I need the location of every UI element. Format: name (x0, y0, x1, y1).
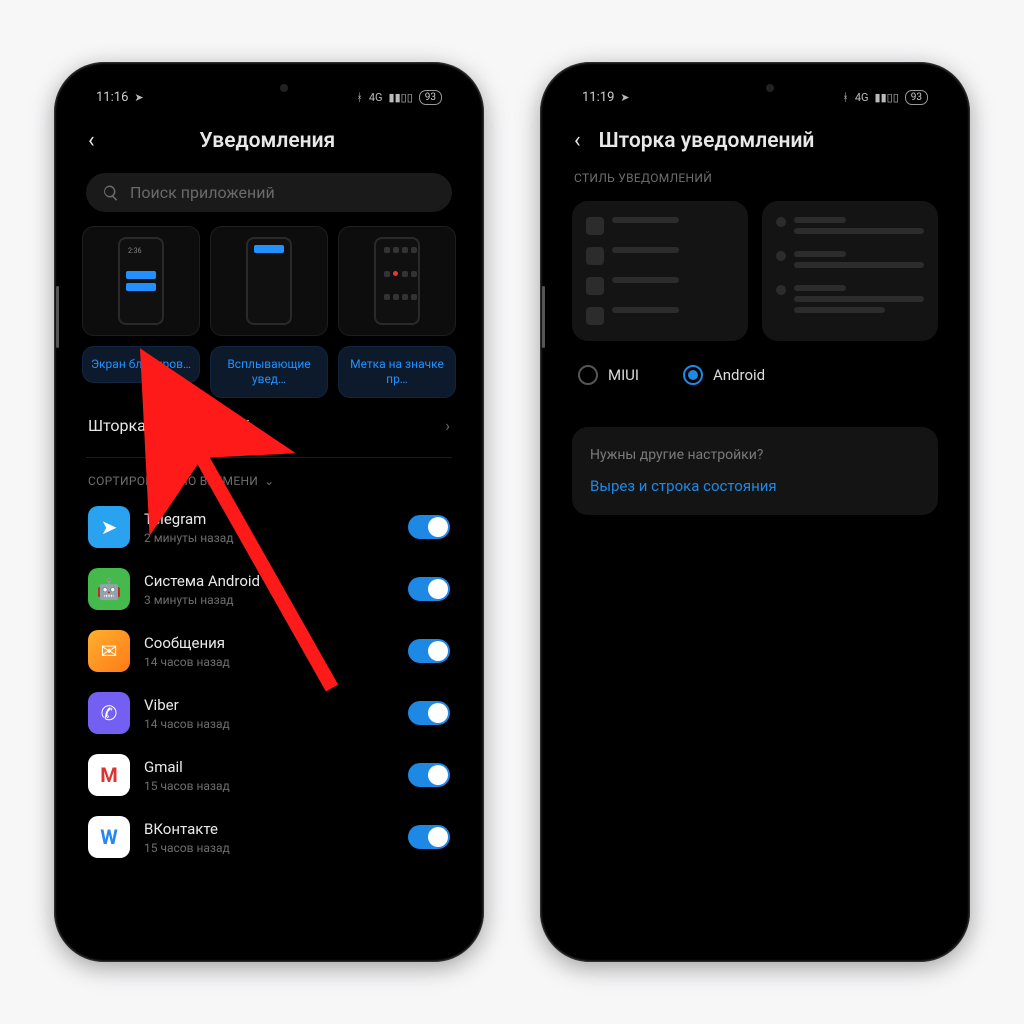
toggle-viber[interactable] (408, 701, 450, 725)
battery-indicator: 93 (905, 90, 928, 105)
app-icon-vk: W (88, 816, 130, 858)
telegram-status-icon: ➤ (620, 91, 629, 104)
app-icon-messages: ✉ (88, 630, 130, 672)
radio-android[interactable]: Android (683, 365, 765, 385)
style-option-android[interactable] (762, 201, 938, 341)
card-lockscreen-label: Экран блокиров… (82, 346, 200, 383)
app-icon-telegram: ➤ (88, 506, 130, 548)
network-4g-icon: 4G (369, 91, 383, 104)
screen-left: 11:16 ➤ ᚼ 4G ▮▮▯▯ 93 ‹ Уведомления Поиск… (68, 76, 470, 948)
app-icon-android: 🤖 (88, 568, 130, 610)
app-row-telegram[interactable]: ➤ Telegram2 минуты назад (84, 496, 454, 558)
more-settings-card: Нужны другие настройки? Вырез и строка с… (572, 427, 938, 515)
toggle-vk[interactable] (408, 825, 450, 849)
radio-dot-on (683, 365, 703, 385)
style-option-miui[interactable] (572, 201, 748, 341)
card-floating-label: Всплывающие увед… (210, 346, 328, 398)
bluetooth-icon: ᚼ (356, 91, 363, 104)
app-row-gmail[interactable]: M Gmail15 часов назад (84, 744, 454, 806)
style-options (554, 193, 956, 355)
back-button[interactable]: ‹ (570, 124, 585, 157)
radio-dot (578, 365, 598, 385)
style-radios: MIUI Android (554, 355, 956, 403)
status-time: 11:19 (582, 90, 614, 105)
battery-indicator: 93 (419, 90, 442, 105)
notch (194, 76, 344, 100)
app-row-vk[interactable]: W ВКонтакте15 часов назад (84, 806, 454, 868)
telegram-status-icon: ➤ (134, 91, 143, 104)
title-bar: ‹ Уведомления (68, 110, 470, 167)
side-edge (56, 286, 59, 348)
toggle-telegram[interactable] (408, 515, 450, 539)
title-bar: ‹ Шторка уведомлений (554, 110, 956, 167)
sort-label[interactable]: СОРТИРОВАТЬ ПО ВРЕМЕНИ ⌄ (68, 466, 470, 496)
search-input[interactable]: Поиск приложений (86, 173, 452, 212)
bluetooth-icon: ᚼ (842, 91, 849, 104)
side-edge (542, 286, 545, 348)
cutout-status-link[interactable]: Вырез и строка состояния (590, 477, 920, 495)
toggle-gmail[interactable] (408, 763, 450, 787)
row-notification-shade[interactable]: Шторка уведомлений › (68, 398, 470, 453)
style-section-label: СТИЛЬ УВЕДОМЛЕНИЙ (554, 167, 956, 193)
phone-left: 11:16 ➤ ᚼ 4G ▮▮▯▯ 93 ‹ Уведомления Поиск… (54, 62, 484, 962)
signal-icon: ▮▮▯▯ (389, 91, 413, 104)
toggle-android-system[interactable] (408, 577, 450, 601)
app-row-messages[interactable]: ✉ Сообщения14 часов назад (84, 620, 454, 682)
card-lockscreen[interactable]: 2:36 Экран блокиров… (82, 226, 200, 398)
signal-icon: ▮▮▯▯ (875, 91, 899, 104)
page-title: Шторка уведомлений (599, 129, 940, 153)
search-icon (102, 184, 120, 202)
card-badge[interactable]: Метка на значке пр… (338, 226, 456, 398)
network-4g-icon: 4G (855, 91, 869, 104)
search-placeholder: Поиск приложений (130, 183, 275, 202)
app-icon-gmail: M (88, 754, 130, 796)
status-time: 11:16 (96, 90, 128, 105)
row-label: Шторка уведомлений (88, 416, 251, 435)
notch (680, 76, 830, 100)
radio-miui[interactable]: MIUI (578, 365, 639, 385)
page-title: Уведомления (81, 129, 454, 153)
app-row-viber[interactable]: ✆ Viber14 часов назад (84, 682, 454, 744)
divider (86, 457, 452, 458)
card-badge-label: Метка на значке пр… (338, 346, 456, 398)
toggle-messages[interactable] (408, 639, 450, 663)
notification-style-cards: 2:36 Экран блокиров… Всплывающие увед… М… (68, 226, 470, 398)
phone-right: 11:19 ➤ ᚼ 4G ▮▮▯▯ 93 ‹ Шторка уведомлени… (540, 62, 970, 962)
chevron-right-icon: › (445, 416, 450, 435)
chevron-down-icon: ⌄ (264, 474, 274, 488)
screen-right: 11:19 ➤ ᚼ 4G ▮▮▯▯ 93 ‹ Шторка уведомлени… (554, 76, 956, 948)
card-floating[interactable]: Всплывающие увед… (210, 226, 328, 398)
app-icon-viber: ✆ (88, 692, 130, 734)
app-row-android-system[interactable]: 🤖 Система Android3 минуты назад (84, 558, 454, 620)
app-list: ➤ Telegram2 минуты назад 🤖 Система Andro… (68, 496, 470, 868)
more-settings-question: Нужны другие настройки? (590, 447, 920, 463)
